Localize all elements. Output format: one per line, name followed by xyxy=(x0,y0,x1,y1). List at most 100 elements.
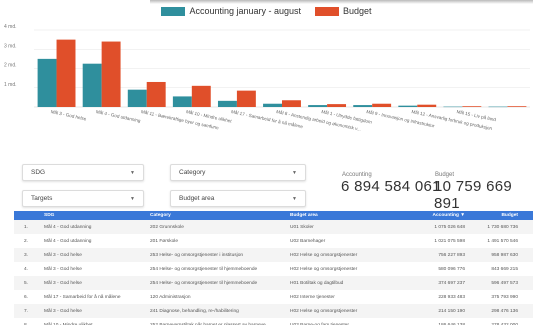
row-sdg: Mål 3 - God helse xyxy=(44,280,82,286)
row-index: 1. xyxy=(23,224,28,230)
table-row[interactable]: 3. Mål 3 - God helse 253 Helse- og omsorgs… xyxy=(14,248,533,262)
row-accounting: 214 150 190 xyxy=(438,308,465,314)
bar-budget xyxy=(146,81,166,107)
row-budget-area: H01 Botiltak og dagtilbud xyxy=(290,280,344,286)
chevron-down-icon: ▼ xyxy=(130,195,135,202)
header-budget-area[interactable]: Budget area xyxy=(290,213,390,218)
targets-filter[interactable]: Targets ▼ xyxy=(22,190,144,207)
y-tick-label: 3 md. xyxy=(4,43,17,49)
row-category: 241 Diagnose, behandling, re-/habiliteri… xyxy=(150,308,239,314)
row-sdg: Mål 3 - God helse xyxy=(44,308,82,314)
row-category: 254 Helse- og omsorgstjenester til hjemm… xyxy=(150,266,258,272)
bar-budget xyxy=(56,39,76,107)
bar-budget xyxy=(372,103,392,107)
row-category: 254 Helse- og omsorgstjenester til hjemm… xyxy=(150,280,258,286)
table-row[interactable]: 4. Mål 3 - God helse 254 Helse- og omsorgs… xyxy=(14,262,533,276)
bar-chart: Accounting january - august Budget 1 md.… xyxy=(0,0,533,160)
header-accounting[interactable]: Accounting ▼ xyxy=(390,213,470,218)
row-budget-area: H02 Helse og omsorgstjenester xyxy=(290,308,358,314)
row-budget-area: U02 Barnehager xyxy=(290,238,326,244)
row-accounting: 1 021 075 598 xyxy=(434,238,465,244)
row-budget: 843 669 215 xyxy=(491,266,518,272)
row-budget-area: H02 Helse og omsorgstjenester xyxy=(290,266,358,272)
sdg-filter-label: SDG xyxy=(31,169,46,176)
row-budget-area: H02 Helse og omsorgstjenester xyxy=(290,252,358,258)
category-filter-label: Category xyxy=(179,169,206,176)
row-accounting: 756 227 893 xyxy=(438,252,465,258)
row-index: 4. xyxy=(23,266,28,272)
y-tick-label: 1 md. xyxy=(4,82,17,88)
data-table: SDG Category Budget area Accounting ▼ Bu… xyxy=(14,211,533,325)
row-budget: 375 793 990 xyxy=(491,294,518,300)
bar-accounting xyxy=(172,96,192,107)
row-category: 201 Førskole xyxy=(150,238,178,244)
bar-accounting xyxy=(398,105,418,107)
row-category: 202 Grunnskole xyxy=(150,224,184,230)
chevron-down-icon: ▼ xyxy=(130,169,135,176)
bar-budget xyxy=(327,104,347,107)
table-row[interactable]: 5. Mål 3 - God helse 254 Helse- og omsorgs… xyxy=(14,276,533,290)
header-category[interactable]: Category xyxy=(150,213,290,218)
bar-budget xyxy=(191,85,211,107)
bar-budget xyxy=(236,90,256,107)
row-accounting: 228 933 483 xyxy=(438,294,465,300)
bar-accounting xyxy=(263,103,282,107)
category-filter[interactable]: Category ▼ xyxy=(170,164,306,181)
row-sdg: Mål 4 - God utdanning xyxy=(44,238,92,244)
chart-plot: 1 md. 2 md. 3 md. 4 md. Mål 3 - God helse Mål… xyxy=(4,24,530,132)
header-sdg[interactable]: SDG xyxy=(32,213,150,218)
kpi-accounting-value: 6 894 584 061 xyxy=(341,178,441,195)
row-accounting: 1 075 026 648 xyxy=(434,224,465,230)
x-tick-label: Mål 3 - God helse xyxy=(50,108,87,121)
header-budget[interactable]: Budget xyxy=(470,213,522,218)
x-tick-label: Mål 8 - Anstendig arbeid og økonomisk v.… xyxy=(276,108,362,132)
row-budget-area: U01 Skoler xyxy=(290,224,314,230)
bar-budget xyxy=(101,41,121,107)
table-row[interactable]: 6. Mål 17 - Samarbeid for å nå målene 120 … xyxy=(14,290,533,304)
row-index: 5. xyxy=(23,280,28,286)
chevron-down-icon: ▼ xyxy=(292,195,297,202)
row-budget: 1 491 570 546 xyxy=(487,238,518,244)
x-tick-label: Mål 17 - Samarbeid for å nå målene xyxy=(231,108,304,129)
bar-budget xyxy=(462,106,482,107)
bar-accounting xyxy=(443,106,463,108)
table-row[interactable]: 8. Mål 10 - Mindre ulikhet 252 Barnevernst… xyxy=(14,318,533,325)
x-tick-label: Mål 4 - God utdanning xyxy=(95,108,141,123)
row-category: 253 Helse- og omsorgstjenester i institu… xyxy=(150,252,244,258)
row-sdg: Mål 4 - God utdanning xyxy=(44,224,92,230)
row-budget-area: H02 Interne tjenester xyxy=(290,294,335,300)
sdg-filter[interactable]: SDG ▼ xyxy=(22,164,144,181)
row-index: 6. xyxy=(23,294,28,300)
bar-budget xyxy=(417,104,437,107)
chevron-down-icon: ▼ xyxy=(292,169,297,176)
bar-accounting xyxy=(308,105,328,107)
table-row[interactable]: 7. Mål 3 - God helse 241 Diagnose, behandl… xyxy=(14,304,533,318)
table-body: 1. Mål 4 - God utdanning 202 Grunnskole U01… xyxy=(14,220,533,325)
bar-accounting xyxy=(488,106,508,108)
bar-accounting xyxy=(217,100,237,107)
table-row[interactable]: 1. Mål 4 - God utdanning 202 Grunnskole U01… xyxy=(14,220,533,234)
dashboard: { "legend": { "accounting_label": "Accou… xyxy=(0,0,533,325)
row-sdg: Mål 3 - God helse xyxy=(44,252,82,258)
bar-accounting xyxy=(82,63,102,107)
table-header: SDG Category Budget area Accounting ▼ Bu… xyxy=(14,211,533,220)
bar-budget xyxy=(282,100,301,107)
targets-filter-label: Targets xyxy=(31,195,53,202)
budget-area-filter-label: Budget area xyxy=(179,195,215,202)
y-tick-label: 2 md. xyxy=(4,63,17,69)
row-budget: 596 497 573 xyxy=(491,280,518,286)
row-sdg: Mål 3 - God helse xyxy=(44,266,82,272)
kpi-budget-value: 10 759 669 891 xyxy=(434,178,513,212)
bar-accounting xyxy=(127,89,147,107)
bar-accounting xyxy=(353,105,373,107)
row-index: 7. xyxy=(23,308,28,314)
y-tick-label: 4 md. xyxy=(4,24,17,30)
budget-area-filter[interactable]: Budget area ▼ xyxy=(170,190,306,207)
x-tick-label: Mål 11 - Bærekraftige byer og samfunn xyxy=(141,108,220,130)
x-tick-label: Mål 12 - Ansvarlig forbruk og produksjon xyxy=(411,108,493,131)
row-budget: 958 987 630 xyxy=(491,252,518,258)
table-row[interactable]: 2. Mål 4 - God utdanning 201 Førskole U02 B… xyxy=(14,234,533,248)
row-index: 3. xyxy=(23,252,28,258)
row-accounting: 580 096 776 xyxy=(438,266,465,272)
row-category: 120 Administrasjon xyxy=(150,294,191,300)
